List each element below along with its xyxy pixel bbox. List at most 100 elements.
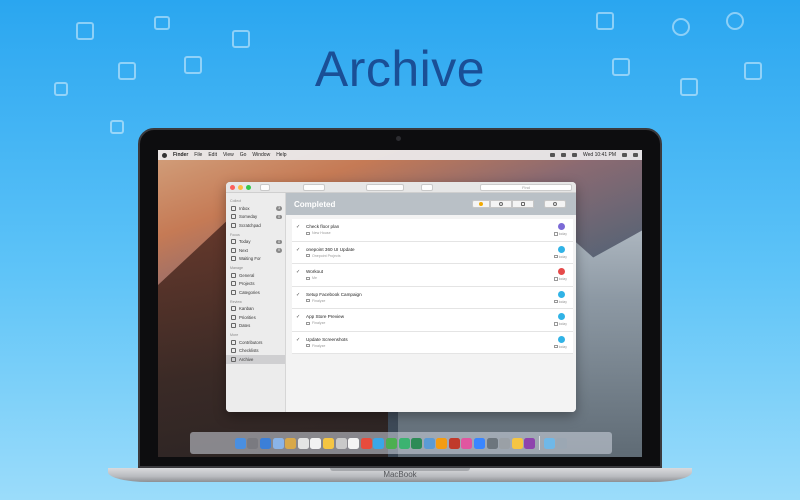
share-button[interactable] <box>421 183 433 191</box>
sidebar-item-checklists[interactable]: Checklists <box>226 347 285 356</box>
task-row[interactable]: ✓ Check floor plan New House today <box>292 219 573 242</box>
header-actions <box>472 200 566 208</box>
dock-app-icon[interactable] <box>411 437 423 449</box>
task-date: today <box>554 255 567 259</box>
close-button[interactable] <box>230 184 235 190</box>
sidebar-item-next[interactable]: Next 0 <box>226 246 285 255</box>
dock-app-icon[interactable] <box>436 437 448 449</box>
menu-file[interactable]: File <box>194 152 202 158</box>
dock-app-icon[interactable] <box>499 437 511 449</box>
task-row[interactable]: ✓ Update Screenshots Finalyze today <box>292 331 573 354</box>
menu-help[interactable]: Help <box>276 152 286 158</box>
sidebar-item-scratchpad[interactable]: Scratchpad <box>226 221 285 230</box>
dock-app-icon[interactable] <box>385 437 397 449</box>
sidebar-item-waiting-for[interactable]: Waiting For <box>226 255 285 264</box>
delete-button[interactable] <box>512 200 534 208</box>
dock-app-icon[interactable] <box>461 437 473 449</box>
sidebar-item-label: Waiting For <box>239 256 261 262</box>
dock-app-icon[interactable] <box>285 437 297 449</box>
search-input[interactable]: Find <box>480 184 572 191</box>
sidebar-item-someday[interactable]: Someday 0 <box>226 213 285 222</box>
menu-view[interactable]: View <box>223 152 234 158</box>
sidebar-item-contributors[interactable]: Contributors <box>226 338 285 347</box>
dock-app-icon[interactable] <box>297 437 309 449</box>
laptop-screen: Finder File Edit View Go Window Help Wed… <box>158 150 642 457</box>
apple-icon[interactable] <box>162 152 167 158</box>
dock-app-icon[interactable] <box>398 437 410 449</box>
task-row[interactable]: ✓ onepoint 360 UI Update Onepoint Projec… <box>292 241 573 264</box>
settings-button[interactable] <box>544 200 566 208</box>
menu-edit[interactable]: Edit <box>208 152 217 158</box>
checkmark-icon[interactable]: ✓ <box>296 337 300 343</box>
background-stamp-icon <box>110 120 124 134</box>
task-row[interactable]: ✓ Workout Me today <box>292 264 573 287</box>
sidebar-item-label: Contributors <box>239 339 263 345</box>
dock-app-icon[interactable] <box>247 437 259 449</box>
dock-app-icon[interactable] <box>556 437 568 449</box>
laptop-notch <box>330 468 470 471</box>
main-pane: Completed ✓ Check floor plan New House t… <box>286 193 576 412</box>
menubar-clock[interactable]: Wed 10:41 PM <box>583 152 616 158</box>
task-title: Update Screenshots <box>306 336 348 342</box>
sidebar-item-projects[interactable]: Projects <box>226 280 285 289</box>
checkmark-icon[interactable]: ✓ <box>296 247 300 253</box>
sidebar-item-today[interactable]: Today 0 <box>226 238 285 247</box>
menu-list-icon[interactable] <box>633 153 638 157</box>
menu-go[interactable]: Go <box>240 152 247 158</box>
dock-separator <box>539 436 541 450</box>
sidebar-item-label: Categories <box>239 289 260 295</box>
task-row[interactable]: ✓ App Store Preview Finalyze today <box>292 309 573 332</box>
battery-icon[interactable] <box>572 153 578 157</box>
dock-app-icon[interactable] <box>272 437 284 449</box>
restore-button[interactable] <box>490 200 512 208</box>
dock-app-icon[interactable] <box>234 437 246 449</box>
dock-app-icon[interactable] <box>259 437 271 449</box>
sidebar-item-priorities[interactable]: Priorities <box>226 313 285 322</box>
search-icon[interactable] <box>622 153 627 157</box>
wifi-icon[interactable] <box>550 153 556 157</box>
folder-icon <box>306 276 310 280</box>
sidebar-item-dates[interactable]: Dates <box>226 322 285 331</box>
dock-app-icon[interactable] <box>310 437 322 449</box>
sidebar-item-general[interactable]: General <box>226 271 285 280</box>
task-row[interactable]: ✓ Setup Facebook Campaign Finalyze today <box>292 286 573 309</box>
dock-app-icon[interactable] <box>322 437 334 449</box>
dock-app-icon[interactable] <box>524 437 536 449</box>
checkmark-icon[interactable]: ✓ <box>296 224 300 230</box>
sidebar-item-archive[interactable]: Archive <box>226 355 285 364</box>
action-group-button[interactable] <box>366 183 404 191</box>
volume-icon[interactable] <box>561 153 567 157</box>
dock-app-icon[interactable] <box>448 437 460 449</box>
menu-window[interactable]: Window <box>252 152 270 158</box>
view-toggle-button[interactable] <box>303 183 325 191</box>
menu-finder[interactable]: Finder <box>173 152 188 158</box>
checkmark-icon[interactable]: ✓ <box>296 314 300 320</box>
dock-app-icon[interactable] <box>335 437 347 449</box>
add-button[interactable] <box>260 183 270 191</box>
sidebar-item-label: Today <box>239 239 251 245</box>
dock-app-icon[interactable] <box>360 437 372 449</box>
checkmark-icon[interactable]: ✓ <box>296 269 300 275</box>
calendar-icon <box>554 344 558 349</box>
today-filter-button[interactable] <box>472 200 490 208</box>
dock-app-icon[interactable] <box>486 437 498 449</box>
dock-app-icon[interactable] <box>474 437 486 449</box>
dock-app-icon[interactable] <box>348 437 360 449</box>
dock-app-icon[interactable] <box>373 437 385 449</box>
page-title: Completed <box>294 199 336 209</box>
sidebar-item-inbox[interactable]: Inbox 3 <box>226 204 285 213</box>
minimize-button[interactable] <box>238 184 243 190</box>
checkmark-icon[interactable]: ✓ <box>296 292 300 298</box>
dock-app-icon[interactable] <box>511 437 523 449</box>
task-project: Finalyze <box>306 344 325 348</box>
task-date: today <box>554 277 567 281</box>
sidebar-section-title: Collect <box>230 199 241 203</box>
categories-icon <box>231 289 236 295</box>
sidebar-item-kanban[interactable]: Kanban <box>226 305 285 314</box>
dock-app-icon[interactable] <box>543 437 555 449</box>
priorities-icon <box>231 314 236 320</box>
zoom-button[interactable] <box>246 184 251 190</box>
dock-app-icon[interactable] <box>423 437 435 449</box>
sidebar-item-categories[interactable]: Categories <box>226 288 285 297</box>
dock <box>190 432 612 454</box>
